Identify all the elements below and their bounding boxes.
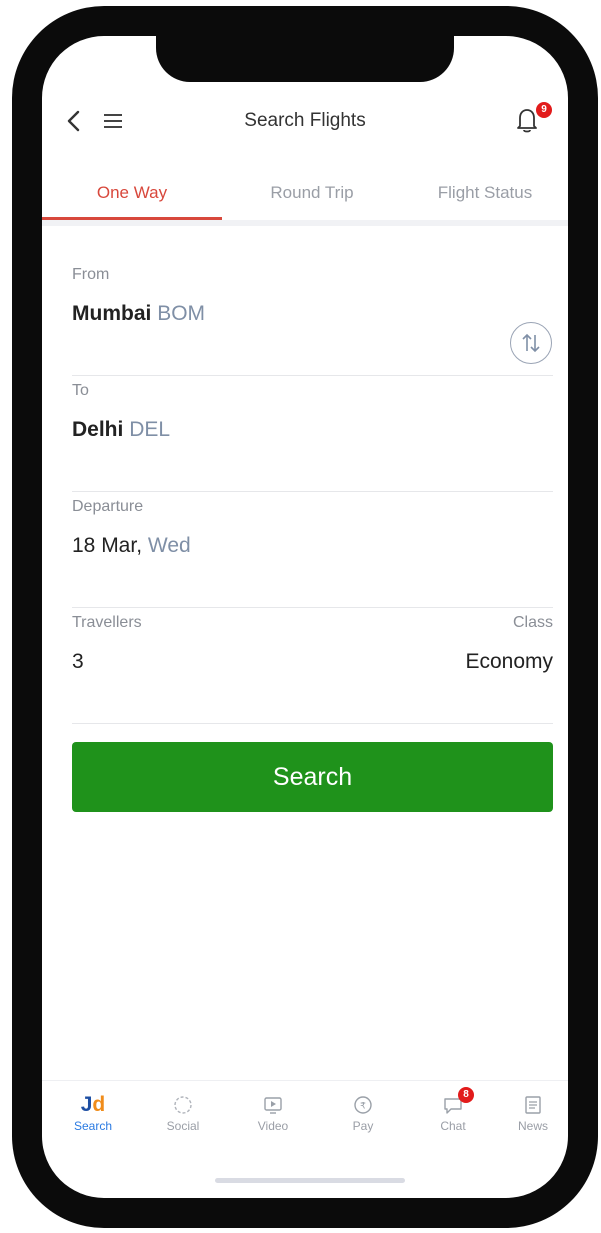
app-header: Search Flights 9: [42, 96, 568, 146]
travellers-class-field: Travellers 3 Class Economy: [72, 614, 553, 724]
nav-label-pay: Pay: [352, 1119, 374, 1133]
device-notch: [156, 36, 454, 82]
swap-cities-button[interactable]: [510, 322, 552, 364]
class-value[interactable]: Economy: [465, 650, 553, 674]
nav-item-search[interactable]: Jd Search: [58, 1093, 128, 1133]
departure-day: Wed: [147, 534, 191, 557]
social-icon: [174, 1096, 192, 1114]
video-icon: [264, 1097, 282, 1114]
news-icon: [525, 1096, 541, 1114]
departure-label: Departure: [72, 498, 144, 515]
from-field[interactable]: From Mumbai BOM: [72, 266, 553, 376]
jd-logo-icon: Jd: [80, 1093, 106, 1116]
chat-badge: 8: [458, 1087, 474, 1103]
swap-arrows-icon: [522, 333, 540, 353]
from-city: Mumbai: [72, 302, 152, 325]
nav-label-chat: Chat: [440, 1119, 466, 1133]
nav-item-chat[interactable]: 8 Chat: [418, 1087, 488, 1133]
phone-frame: Search Flights 9 One Way Round Trip Flig…: [12, 6, 598, 1228]
nav-item-social[interactable]: Social: [148, 1093, 218, 1133]
departure-value: 18 Mar, Wed: [72, 534, 191, 558]
rupee-icon: ₹: [354, 1096, 372, 1114]
nav-label-video: Video: [257, 1119, 289, 1133]
travellers-value[interactable]: 3: [72, 650, 84, 674]
nav-item-pay[interactable]: ₹ Pay: [328, 1093, 398, 1133]
tab-round-trip[interactable]: Round Trip: [222, 174, 402, 220]
app-screen: Search Flights 9 One Way Round Trip Flig…: [42, 36, 568, 1198]
nav-label-news: News: [517, 1119, 548, 1133]
trip-type-tabs: One Way Round Trip Flight Status: [42, 174, 568, 226]
to-label: To: [72, 382, 89, 399]
to-code: DEL: [129, 418, 171, 441]
bottom-navigation: Jd Search Social Video ₹ Pay 8 Chat News: [42, 1080, 568, 1146]
to-field[interactable]: To Delhi DEL: [72, 382, 553, 492]
from-code: BOM: [157, 302, 206, 325]
nav-item-video[interactable]: Video: [238, 1093, 308, 1133]
from-label: From: [72, 266, 110, 283]
nav-item-news[interactable]: News: [498, 1093, 568, 1133]
page-title: Search Flights: [244, 110, 366, 131]
departure-date: 18 Mar,: [72, 534, 143, 557]
nav-label-search: Search: [73, 1119, 113, 1133]
from-value: Mumbai BOM: [72, 302, 205, 326]
departure-field[interactable]: Departure 18 Mar, Wed: [72, 498, 553, 608]
travellers-label: Travellers: [72, 614, 142, 631]
to-city: Delhi: [72, 418, 124, 441]
tab-one-way[interactable]: One Way: [42, 174, 222, 220]
to-value: Delhi DEL: [72, 418, 170, 442]
nav-label-social: Social: [166, 1119, 200, 1133]
search-button[interactable]: Search: [72, 742, 553, 812]
home-indicator[interactable]: [215, 1178, 405, 1183]
notification-badge: 9: [536, 102, 552, 118]
class-label: Class: [512, 614, 553, 631]
tab-flight-status[interactable]: Flight Status: [402, 174, 568, 220]
svg-text:₹: ₹: [360, 1102, 366, 1112]
